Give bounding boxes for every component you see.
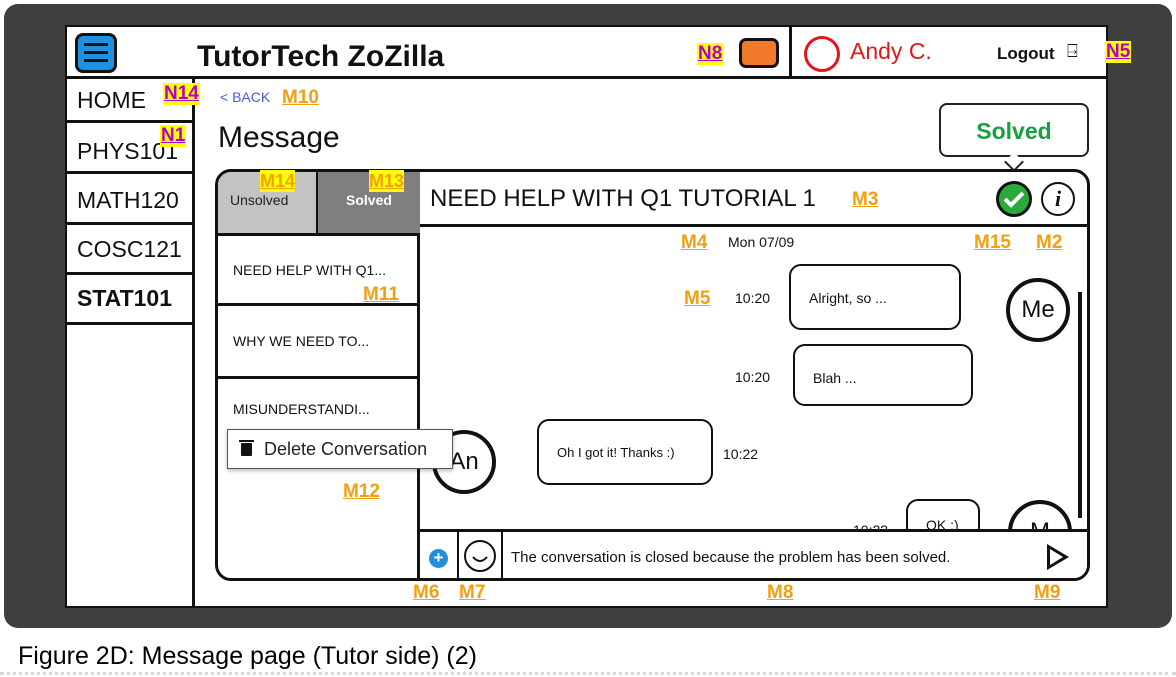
message-bubble: Oh I got it! Thanks :) [537, 419, 713, 485]
annotation-m15: M15 [974, 232, 1011, 253]
sidebar-item-label: COSC121 [77, 236, 182, 262]
annotation-m4: M4 [681, 232, 708, 253]
top-bar: TutorTech ZoZilla N8 Andy C. Logout ⍈ [67, 27, 1106, 79]
user-avatar-icon[interactable] [804, 36, 840, 72]
add-attachment-icon[interactable]: + [429, 549, 448, 568]
sidebar: HOME PHYS101 MATH120 COSC121 STAT101 [67, 79, 195, 608]
message-panel: Unsolved Solved NEED HELP WITH Q1... WHY… [215, 169, 1090, 581]
conversation-header: NEED HELP WITH Q1 TUTORIAL 1 i [420, 172, 1087, 227]
message-time: 10:22 [723, 446, 759, 462]
info-icon[interactable]: i [1041, 182, 1075, 216]
sidebar-item-cosc121[interactable]: COSC121 [67, 225, 195, 275]
user-name[interactable]: Andy C. [850, 38, 932, 65]
logout-button[interactable]: Logout [997, 44, 1055, 64]
page-title: Message [218, 121, 340, 154]
dotted-separator [0, 672, 1176, 675]
chat-scrollbar[interactable] [1078, 292, 1082, 518]
context-menu: Delete Conversation [227, 429, 453, 469]
annotation-m12: M12 [343, 481, 380, 502]
annotation-m9: M9 [1034, 582, 1061, 603]
send-icon-inner [1050, 549, 1063, 565]
annotation-m13: M13 [369, 170, 405, 192]
list-item[interactable]: MISUNDERSTANDI... [218, 379, 417, 578]
sidebar-item-label: STAT101 [77, 285, 173, 311]
status-tooltip-label: Solved [976, 118, 1052, 144]
closed-notice: The conversation is closed because the p… [511, 549, 951, 566]
conversation-title: MISUNDERSTANDI... [233, 401, 370, 417]
sidebar-item-label: MATH120 [77, 187, 179, 213]
hamburger-menu-icon[interactable] [75, 33, 117, 73]
sidebar-item-stat101[interactable]: STAT101 [67, 275, 195, 325]
logout-icon[interactable]: ⍈ [1067, 41, 1078, 62]
emoji-icon [464, 540, 496, 572]
annotation-m14: M14 [260, 170, 296, 192]
smile-mark [472, 556, 488, 562]
emoji-button[interactable] [457, 532, 503, 578]
annotation-n5: N5 [1105, 41, 1132, 63]
conversation-title: WHY WE NEED TO... [233, 333, 370, 349]
header-divider [789, 27, 792, 77]
tab-unsolved-label: Unsolved [230, 192, 289, 208]
status-tooltip: Solved [939, 103, 1089, 157]
app-title: TutorTech ZoZilla [197, 40, 445, 73]
annotation-m10: M10 [282, 87, 319, 108]
solved-check-icon[interactable] [996, 181, 1032, 217]
sidebar-item-label: HOME [77, 87, 146, 113]
tab-solved-label: Solved [346, 192, 392, 208]
list-item[interactable]: WHY WE NEED TO... [218, 306, 417, 379]
back-link[interactable]: < BACK [220, 89, 270, 105]
message-time: 10:20 [735, 290, 771, 306]
chat-icon[interactable] [739, 38, 779, 68]
figure-caption: Figure 2D: Message page (Tutor side) (2) [18, 642, 477, 670]
annotation-n14: N14 [163, 83, 200, 105]
date-separator: Mon 07/09 [728, 234, 795, 250]
annotation-m8: M8 [767, 582, 794, 603]
delete-conversation-button[interactable]: Delete Conversation [264, 439, 427, 460]
annotation-n1: N1 [160, 125, 187, 147]
menu-line [84, 43, 108, 46]
message-text: Oh I got it! Thanks :) [557, 445, 675, 460]
conversation-title-heading: NEED HELP WITH Q1 TUTORIAL 1 [430, 185, 816, 212]
message-time: 10:20 [735, 369, 771, 385]
avatar-me: Me [1006, 278, 1070, 342]
check-mark [1003, 191, 1025, 208]
annotation-m6: M6 [413, 582, 440, 603]
menu-line [84, 51, 108, 54]
annotation-m7: M7 [459, 582, 486, 603]
message-text: Blah ... [813, 370, 857, 386]
message-bubble: Blah ... [793, 344, 973, 406]
trash-lid [239, 440, 254, 442]
message-text: Alright, so ... [809, 290, 887, 306]
annotation-m2: M2 [1036, 232, 1063, 253]
annotation-m11: M11 [363, 284, 399, 305]
annotation-m3: M3 [852, 189, 879, 210]
composer-bar: + The conversation is closed because the… [420, 529, 1087, 578]
conversation-title: NEED HELP WITH Q1... [233, 262, 386, 278]
annotation-m5: M5 [684, 288, 711, 309]
message-bubble: Alright, so ... [789, 264, 961, 330]
app-screen: TutorTech ZoZilla N8 Andy C. Logout ⍈ N5… [65, 25, 1132, 608]
sidebar-item-math120[interactable]: MATH120 [67, 174, 195, 225]
annotation-n8: N8 [697, 43, 724, 65]
trash-icon[interactable] [241, 443, 252, 456]
menu-line [84, 59, 108, 62]
